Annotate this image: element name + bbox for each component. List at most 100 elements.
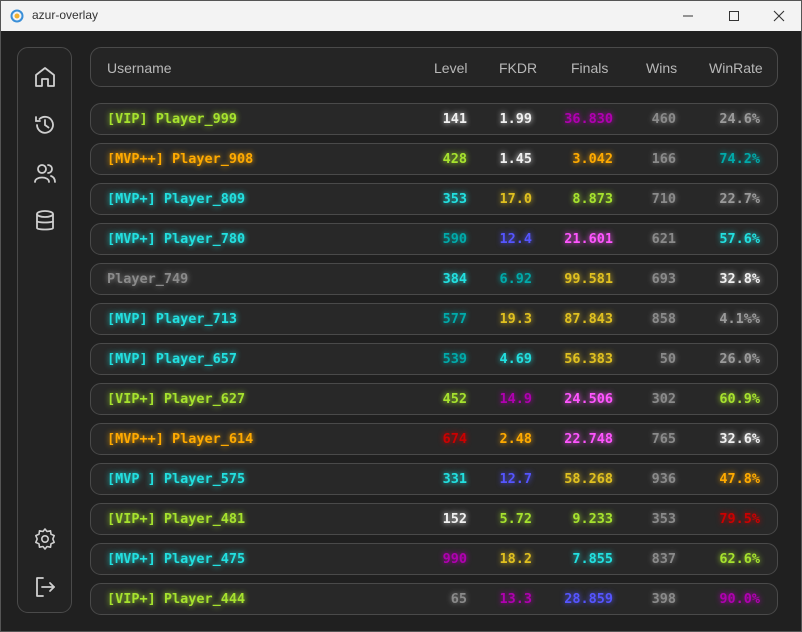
- player-row[interactable]: [VIP+] Player_627 452 14.9 24.506 302 60.9%: [90, 383, 778, 415]
- header-fkdr[interactable]: FKDR: [499, 60, 537, 76]
- player-level: 990: [442, 551, 467, 567]
- player-fkdr: 1.99: [499, 111, 532, 127]
- player-level: 428: [442, 151, 467, 167]
- player-name: Player_444: [163, 591, 246, 607]
- close-button[interactable]: [756, 1, 802, 31]
- window-title: azur-overlay: [32, 8, 99, 22]
- player-row[interactable]: [VIP] Player_999 141 1.99 36.830 460 24.6%: [90, 103, 778, 135]
- player-wins: 858: [651, 311, 676, 327]
- table-header: Username Level FKDR Finals Wins WinRate: [90, 47, 778, 87]
- player-rank: [MVP++]: [107, 431, 173, 447]
- player-winrate: 22.7%: [719, 191, 760, 207]
- player-wins: 302: [651, 391, 676, 407]
- player-rank: [VIP+]: [107, 511, 164, 527]
- player-fkdr: 5.72: [499, 511, 532, 527]
- player-level: 152: [442, 511, 467, 527]
- player-row[interactable]: [VIP+] Player_481 152 5.72 9.233 353 79.5%: [90, 503, 778, 535]
- home-icon[interactable]: [32, 64, 58, 90]
- player-name: Player_475: [163, 551, 246, 567]
- header-level[interactable]: Level: [434, 60, 467, 76]
- player-finals: 36.830: [564, 111, 613, 127]
- app-logo-icon: [10, 9, 24, 23]
- player-username: [MVP] Player_657: [107, 351, 237, 367]
- player-row[interactable]: [MVP+] Player_475 990 18.2 7.855 837 62.6%: [90, 543, 778, 575]
- player-row[interactable]: [MVP++] Player_614 674 2.48 22.748 765 32.6%: [90, 423, 778, 455]
- player-rank: [VIP+]: [107, 391, 164, 407]
- player-finals: 58.268: [564, 471, 613, 487]
- player-name: Player_713: [155, 311, 238, 327]
- player-row[interactable]: [MVP ] Player_575 331 12.7 58.268 936 47.8%: [90, 463, 778, 495]
- title-bar: azur-overlay: [1, 1, 801, 31]
- player-row[interactable]: [MVP++] Player_908 428 1.45 3.042 166 74.2%: [90, 143, 778, 175]
- player-fkdr: 2.48: [499, 431, 532, 447]
- history-icon[interactable]: [32, 112, 58, 138]
- player-rank: [MVP]: [107, 311, 156, 327]
- player-username: [MVP+] Player_475: [107, 551, 245, 567]
- player-finals: 7.855: [572, 551, 613, 567]
- player-fkdr: 14.9: [499, 391, 532, 407]
- users-icon[interactable]: [32, 160, 58, 186]
- player-row[interactable]: [MVP] Player_713 577 19.3 87.843 858 4.1%%: [90, 303, 778, 335]
- minimize-icon: [683, 15, 693, 17]
- player-winrate: 79.5%: [719, 511, 760, 527]
- player-row[interactable]: [VIP+] Player_444 65 13.3 28.859 398 90.0%: [90, 583, 778, 615]
- player-level: 590: [442, 231, 467, 247]
- player-row[interactable]: [MVP+] Player_809 353 17.0 8.873 710 22.7%: [90, 183, 778, 215]
- player-fkdr: 12.7: [499, 471, 532, 487]
- player-level: 65: [450, 591, 467, 607]
- player-finals: 28.859: [564, 591, 613, 607]
- player-fkdr: 18.2: [499, 551, 532, 567]
- player-winrate: 32.6%: [719, 431, 760, 447]
- player-winrate: 60.9%: [719, 391, 760, 407]
- player-fkdr: 6.92: [499, 271, 532, 287]
- header-wins[interactable]: Wins: [646, 60, 677, 76]
- player-username: [MVP++] Player_614: [107, 431, 253, 447]
- header-winrate[interactable]: WinRate: [709, 60, 763, 76]
- player-fkdr: 1.45: [499, 151, 532, 167]
- minimize-button[interactable]: [665, 1, 711, 31]
- player-row[interactable]: [MVP+] Player_780 590 12.4 21.601 621 57.6%: [90, 223, 778, 255]
- player-level: 353: [442, 191, 467, 207]
- player-winrate: 74.2%: [719, 151, 760, 167]
- player-name: Player_749: [107, 271, 189, 287]
- header-username[interactable]: Username: [107, 60, 172, 76]
- player-username: [MVP+] Player_780: [107, 231, 245, 247]
- player-wins: 460: [651, 111, 676, 127]
- player-level: 384: [442, 271, 467, 287]
- logout-icon[interactable]: [32, 574, 58, 600]
- player-level: 674: [442, 431, 467, 447]
- database-icon[interactable]: [32, 208, 58, 234]
- player-winrate: 57.6%: [719, 231, 760, 247]
- player-name: Player_999: [155, 111, 238, 127]
- main-content: Username Level FKDR Finals Wins WinRate …: [1, 31, 801, 631]
- player-rank: [MVP++]: [107, 151, 173, 167]
- player-name: Player_627: [163, 391, 246, 407]
- sidebar: [17, 47, 72, 613]
- maximize-icon: [729, 11, 739, 21]
- maximize-button[interactable]: [711, 1, 757, 31]
- player-fkdr: 19.3: [499, 311, 532, 327]
- player-winrate: 24.6%: [719, 111, 760, 127]
- player-fkdr: 17.0: [499, 191, 532, 207]
- player-finals: 8.873: [572, 191, 613, 207]
- player-winrate: 62.6%: [719, 551, 760, 567]
- player-winrate: 4.1%%: [719, 311, 760, 327]
- player-username: [MVP+] Player_809: [107, 191, 245, 207]
- player-finals: 56.383: [564, 351, 613, 367]
- player-winrate: 90.0%: [719, 591, 760, 607]
- player-username: [VIP+] Player_627: [107, 391, 245, 407]
- player-finals: 99.581: [564, 271, 613, 287]
- player-winrate: 32.8%: [719, 271, 760, 287]
- header-finals[interactable]: Finals: [571, 60, 608, 76]
- player-finals: 22.748: [564, 431, 613, 447]
- player-rank: [MVP+]: [107, 231, 164, 247]
- player-row[interactable]: [MVP] Player_657 539 4.69 56.383 50 26.0%: [90, 343, 778, 375]
- player-name: Player_614: [172, 431, 254, 447]
- player-level: 539: [442, 351, 467, 367]
- settings-icon[interactable]: [32, 526, 58, 552]
- player-row[interactable]: Player_749 384 6.92 99.581 693 32.8%: [90, 263, 778, 295]
- player-name: Player_657: [155, 351, 238, 367]
- player-name: Player_481: [163, 511, 246, 527]
- player-wins: 353: [651, 511, 676, 527]
- player-wins: 398: [651, 591, 676, 607]
